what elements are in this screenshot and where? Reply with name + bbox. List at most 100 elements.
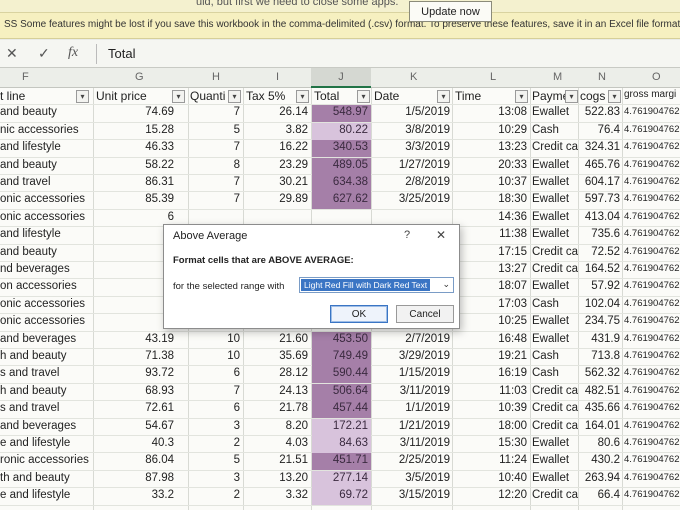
date-cell[interactable]: 2/7/2019 bbox=[374, 333, 450, 345]
quantity-cell[interactable]: 6 bbox=[190, 367, 240, 379]
filter-dropdown-icon[interactable]: ▾ bbox=[357, 90, 370, 103]
date-cell[interactable]: 2/25/2019 bbox=[374, 454, 450, 466]
table-row[interactable]: nic accessories 15.28 5 3.82 80.22 3/8/2019 10… bbox=[0, 122, 680, 141]
payment-cell[interactable]: Credit car bbox=[532, 246, 578, 258]
insert-function-icon[interactable]: fx bbox=[68, 45, 78, 61]
unit-price-cell[interactable]: 71.38 bbox=[96, 350, 174, 362]
product-line-cell[interactable]: h and beauty bbox=[0, 350, 92, 362]
column-letter-k[interactable]: K bbox=[410, 71, 417, 83]
filter-dropdown-icon[interactable]: ▾ bbox=[76, 90, 89, 103]
tax-cell[interactable]: 16.22 bbox=[246, 141, 308, 153]
tax-cell[interactable]: 26.14 bbox=[246, 106, 308, 118]
product-line-cell[interactable]: e and lifestyle bbox=[0, 437, 92, 449]
quantity-cell[interactable]: 10 bbox=[190, 350, 240, 362]
total-cell[interactable]: 451.71 bbox=[312, 454, 368, 466]
product-line-cell[interactable]: and lifestyle bbox=[0, 141, 92, 153]
formula-input[interactable]: Total bbox=[108, 46, 135, 61]
quantity-cell[interactable]: 7 bbox=[190, 106, 240, 118]
unit-price-cell[interactable]: 33.2 bbox=[96, 489, 174, 501]
table-row[interactable]: e and lifestyle 40.3 2 4.03 84.63 3/11/2019 15… bbox=[0, 436, 680, 454]
product-line-cell[interactable]: onic accessories bbox=[0, 315, 92, 327]
close-icon[interactable]: ✕ bbox=[436, 228, 446, 242]
table-row[interactable]: and travel 86.31 7 30.21 634.38 2/8/2019 10:37… bbox=[0, 175, 680, 193]
table-row[interactable]: and beauty 74.69 7 26.14 548.97 1/5/2019 13:08… bbox=[0, 105, 680, 123]
quantity-cell[interactable]: 6 bbox=[190, 402, 240, 414]
quantity-cell[interactable]: 7 bbox=[190, 141, 240, 153]
column-letter-l[interactable]: L bbox=[490, 71, 496, 83]
payment-cell[interactable]: Credit car bbox=[532, 385, 578, 397]
quantity-cell[interactable]: 5 bbox=[190, 454, 240, 466]
table-row[interactable]: th and beauty 87.98 3 13.20 277.14 3/5/2019 10… bbox=[0, 470, 680, 489]
product-line-cell[interactable]: th and beauty bbox=[0, 472, 92, 484]
gross-margin-cell[interactable]: 4.761904762 bbox=[624, 420, 680, 431]
unit-price-cell[interactable]: 54.67 bbox=[96, 420, 174, 432]
total-cell[interactable]: 749.49 bbox=[312, 350, 368, 362]
product-line-cell[interactable]: and lifestyle bbox=[0, 228, 92, 240]
time-cell[interactable]: 19:21 bbox=[455, 350, 527, 362]
gross-margin-cell[interactable]: 4.761904762 bbox=[624, 350, 680, 361]
column-letter-h[interactable]: H bbox=[212, 71, 220, 83]
tax-cell[interactable]: 28.12 bbox=[246, 367, 308, 379]
filter-dropdown-icon[interactable]: ▾ bbox=[172, 90, 185, 103]
tax-cell[interactable]: 21.78 bbox=[246, 402, 308, 414]
tax-cell[interactable]: 30.21 bbox=[246, 176, 308, 188]
unit-price-cell[interactable]: 85.39 bbox=[96, 193, 174, 205]
time-cell[interactable]: 14:36 bbox=[455, 211, 527, 223]
time-cell[interactable]: 20:33 bbox=[455, 159, 527, 171]
tax-cell[interactable]: 21.60 bbox=[246, 333, 308, 345]
column-letter-o[interactable]: O bbox=[652, 71, 661, 83]
time-cell[interactable]: 16:19 bbox=[455, 367, 527, 379]
total-cell[interactable]: 453.50 bbox=[312, 333, 368, 345]
cogs-cell[interactable]: 324.31 bbox=[580, 141, 620, 153]
cogs-cell[interactable]: 482.51 bbox=[580, 385, 620, 397]
cancel-icon[interactable]: ✕ bbox=[6, 45, 18, 62]
gross-margin-cell[interactable]: 4.761904762 bbox=[624, 211, 680, 222]
cogs-cell[interactable]: 713.8 bbox=[580, 350, 620, 362]
product-line-cell[interactable]: e and lifestyle bbox=[0, 489, 92, 501]
payment-cell[interactable]: Ewallet bbox=[532, 211, 578, 223]
cogs-cell[interactable]: 102.04 bbox=[580, 298, 620, 310]
time-cell[interactable]: 18:07 bbox=[455, 280, 527, 292]
unit-price-cell[interactable]: 15.28 bbox=[96, 124, 174, 136]
gross-margin-cell[interactable]: 4.761904762 bbox=[624, 141, 680, 152]
cogs-cell[interactable]: 263.94 bbox=[580, 472, 620, 484]
total-cell[interactable]: 548.97 bbox=[312, 106, 368, 118]
tax-cell[interactable]: 35.69 bbox=[246, 350, 308, 362]
product-line-cell[interactable]: onic accessories bbox=[0, 211, 92, 223]
total-cell[interactable]: 277.14 bbox=[312, 472, 368, 484]
product-line-cell[interactable]: s and travel bbox=[0, 367, 92, 379]
time-cell[interactable]: 11:03 bbox=[455, 385, 527, 397]
gross-margin-cell[interactable]: 4.761904762 bbox=[624, 472, 680, 483]
column-letter-n[interactable]: N bbox=[598, 71, 606, 83]
payment-cell[interactable]: Credit car bbox=[532, 420, 578, 432]
cogs-cell[interactable]: 76.4 bbox=[580, 124, 620, 136]
filter-dropdown-icon[interactable]: ▾ bbox=[515, 90, 528, 103]
unit-price-cell[interactable]: 93.72 bbox=[96, 367, 174, 379]
quantity-cell[interactable]: 3 bbox=[190, 420, 240, 432]
table-row[interactable]: onic accessories 85.39 7 29.89 627.62 3/25/20… bbox=[0, 192, 680, 210]
time-cell[interactable]: 18:30 bbox=[455, 193, 527, 205]
time-cell[interactable]: 13:27 bbox=[455, 263, 527, 275]
unit-price-cell[interactable]: 72.61 bbox=[96, 402, 174, 414]
gross-margin-cell[interactable]: 4.761904762 bbox=[624, 333, 680, 344]
total-cell[interactable]: 489.05 bbox=[312, 159, 368, 171]
tax-cell[interactable]: 21.51 bbox=[246, 454, 308, 466]
product-line-cell[interactable]: s and travel bbox=[0, 402, 92, 414]
time-cell[interactable]: 16:48 bbox=[455, 333, 527, 345]
date-cell[interactable]: 3/15/2019 bbox=[374, 489, 450, 501]
gross-margin-cell[interactable]: 4.761904762 bbox=[624, 159, 680, 170]
cogs-cell[interactable]: 164.01 bbox=[580, 420, 620, 432]
quantity-cell[interactable]: 5 bbox=[190, 124, 240, 136]
tax-cell[interactable]: 4.03 bbox=[246, 437, 308, 449]
date-cell[interactable]: 1/5/2019 bbox=[374, 106, 450, 118]
product-line-cell[interactable]: and travel bbox=[0, 176, 92, 188]
format-style-select[interactable]: Light Red Fill with Dark Red Text ⌄ bbox=[299, 277, 454, 293]
gross-margin-cell[interactable]: 4.761904762 bbox=[624, 263, 680, 274]
tax-cell[interactable]: 3.82 bbox=[246, 124, 308, 136]
date-cell[interactable]: 3/11/2019 bbox=[374, 385, 450, 397]
table-row[interactable]: and beverages 54.67 3 8.20 172.21 1/21/2019 18… bbox=[0, 418, 680, 436]
unit-price-cell[interactable]: 58.22 bbox=[96, 159, 174, 171]
date-cell[interactable]: 3/8/2019 bbox=[374, 124, 450, 136]
gross-margin-cell[interactable]: 4.761904762 bbox=[624, 298, 680, 309]
cogs-cell[interactable]: 164.52 bbox=[580, 263, 620, 275]
